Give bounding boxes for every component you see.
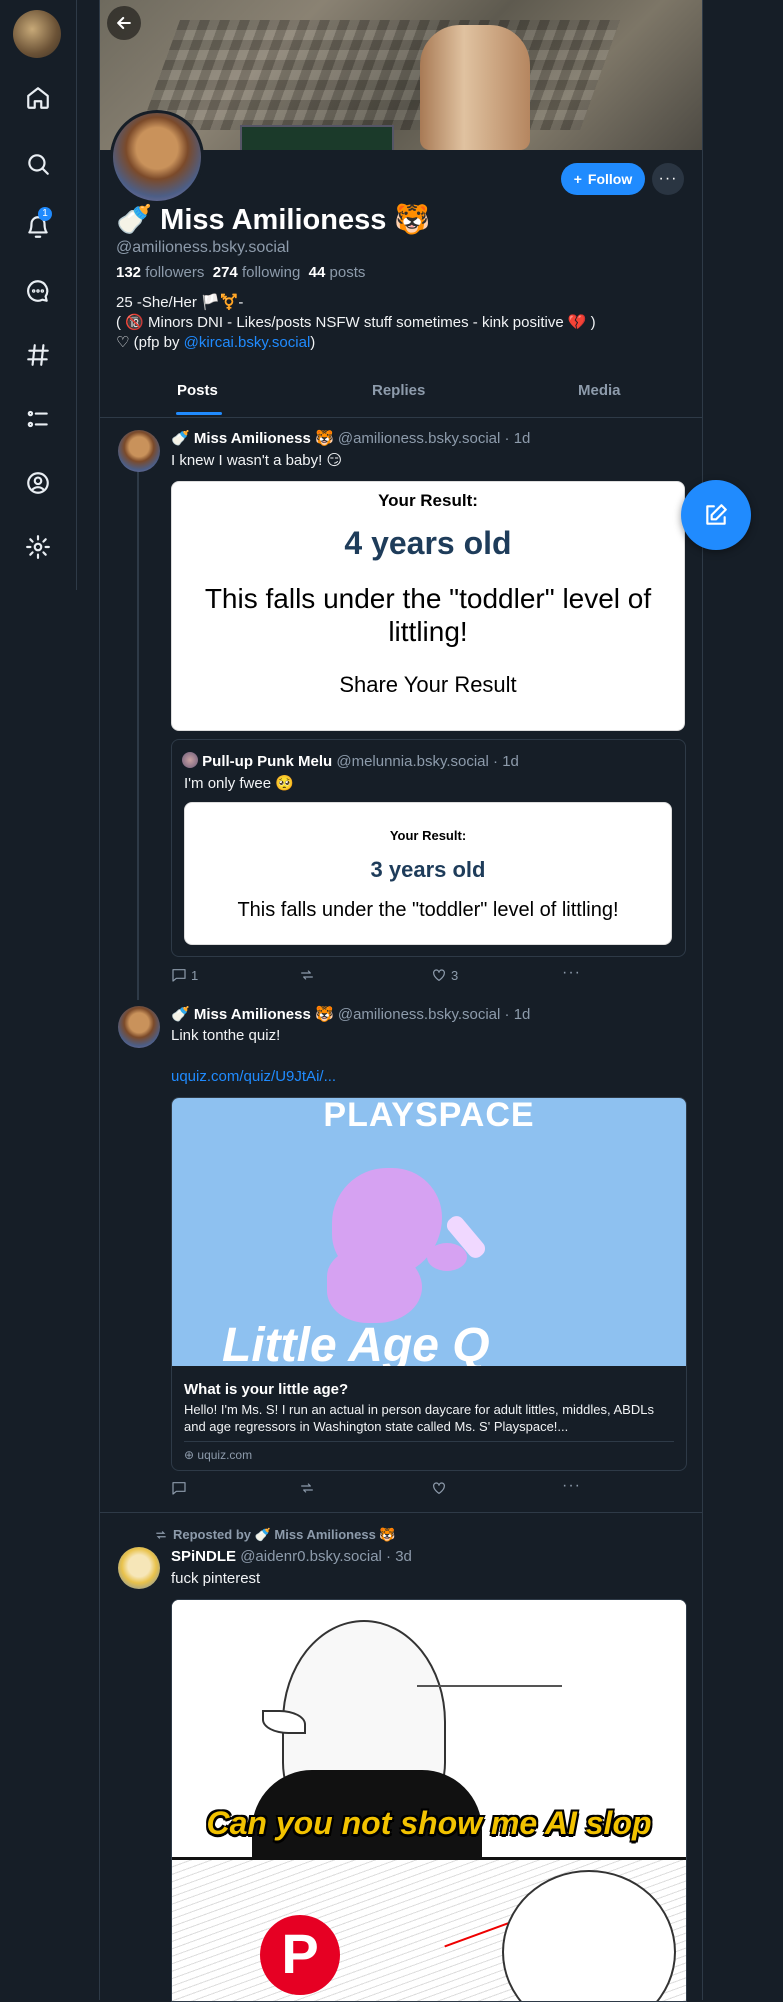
compose-icon <box>706 504 727 525</box>
quote-text: I'm only fwee 🥺 <box>184 775 294 792</box>
reply-icon <box>172 1482 186 1495</box>
follow-button[interactable]: + Follow <box>561 163 645 195</box>
bio-mention-link[interactable]: @kircai.bsky.social <box>184 334 311 351</box>
tab-media[interactable]: Media <box>578 382 621 399</box>
repost-icon <box>301 970 313 980</box>
search-icon[interactable] <box>22 148 54 180</box>
quote-time: · 1d <box>493 753 519 770</box>
post-more-icon[interactable]: ··· <box>562 964 581 982</box>
link-domain: uquiz.com <box>197 1448 253 1462</box>
heart-icon <box>433 969 445 981</box>
bell-icon[interactable]: 1 <box>22 207 54 243</box>
repost-indicator[interactable]: Reposted by 🍼 Miss Amilioness 🐯 <box>154 1527 396 1543</box>
like-button[interactable] <box>431 1480 451 1496</box>
post-avatar[interactable] <box>118 1547 160 1589</box>
quote-handle: @melunnia.bsky.social <box>336 753 489 770</box>
repost-button[interactable] <box>299 967 319 983</box>
post-handle[interactable]: @amilioness.bsky.social <box>338 1006 501 1023</box>
post-more-icon[interactable]: ··· <box>562 1477 581 1495</box>
profile-tabs: Posts Replies Media <box>100 370 702 418</box>
list-icon[interactable] <box>22 403 54 435</box>
heart-icon <box>433 1482 445 1494</box>
post-time[interactable]: · 1d <box>505 430 531 447</box>
post-header: 🍼 Miss Amilioness 🐯 @amilioness.bsky.soc… <box>171 1005 530 1023</box>
posts-count: 44 posts <box>308 264 366 281</box>
post-avatar[interactable] <box>118 1006 160 1048</box>
chat-icon[interactable] <box>22 275 54 307</box>
post-author[interactable]: SPiNDLE <box>171 1548 236 1565</box>
link-title: What is your little age? <box>184 1381 349 1398</box>
profile-display-name: 🍼 Miss Amilioness 🐯 <box>116 204 431 236</box>
post-avatar[interactable] <box>118 430 160 472</box>
post-actions: ··· <box>171 1477 685 1500</box>
profile-stats: 132 followers 274 following 44 posts <box>116 264 365 281</box>
link-description: Hello! I'm Ms. S! I run an actual in per… <box>184 1402 654 1434</box>
quoted-post[interactable]: Pull-up Punk Melu @melunnia.bsky.social … <box>171 739 686 957</box>
profile-main-column: + Follow ··· 🍼 Miss Amilioness 🐯 @amilio… <box>99 0 703 2002</box>
post-image-comic[interactable]: Can you not show me AI slop P <box>171 1599 687 2002</box>
followers-link[interactable]: 132 followers <box>116 264 204 281</box>
profile-more-button[interactable]: ··· <box>652 163 684 195</box>
following-link[interactable]: 274 following <box>213 264 301 281</box>
arrow-left-icon <box>117 16 131 30</box>
back-button[interactable] <box>107 6 141 40</box>
like-button[interactable]: 3 <box>431 967 458 983</box>
quiz-result-image[interactable]: Your Result: 4 years old This falls unde… <box>171 481 685 731</box>
post-author[interactable]: 🍼 Miss Amilioness 🐯 <box>171 1006 334 1023</box>
profile-icon[interactable] <box>22 467 54 499</box>
post-header: 🍼 Miss Amilioness 🐯 @amilioness.bsky.soc… <box>171 429 530 447</box>
tab-posts[interactable]: Posts <box>177 382 218 399</box>
quiz-link[interactable]: uquiz.com/quiz/U9JtAi/... <box>171 1068 336 1085</box>
post-text: Link tonthe quiz! <box>171 1027 281 1044</box>
post-time[interactable]: · 1d <box>505 1006 531 1023</box>
post-header: SPiNDLE @aidenr0.bsky.social · 3d <box>171 1548 412 1565</box>
post-text: fuck pinterest <box>171 1570 261 1587</box>
tab-replies[interactable]: Replies <box>372 382 425 399</box>
quote-avatar <box>182 752 198 768</box>
post-handle[interactable]: @aidenr0.bsky.social <box>240 1548 382 1565</box>
reply-button[interactable] <box>171 1480 191 1496</box>
profile-handle: @amilioness.bsky.social <box>116 239 290 256</box>
divider <box>100 1512 702 1513</box>
plus-icon: + <box>573 171 582 187</box>
link-preview-card[interactable]: PLAYSPACE Little Age Q What is your litt… <box>171 1097 687 1471</box>
pinterest-logo-icon: P <box>260 1915 340 1995</box>
repost-button[interactable] <box>299 1480 319 1496</box>
post-author[interactable]: 🍼 Miss Amilioness 🐯 <box>171 430 334 447</box>
compose-button[interactable] <box>681 480 751 550</box>
notification-badge: 1 <box>38 207 52 221</box>
repost-icon <box>301 1483 313 1493</box>
left-nav-rail: 1 <box>0 0 77 590</box>
post-actions: 1 3 ··· <box>171 964 685 987</box>
reply-button[interactable]: 1 <box>171 967 198 983</box>
home-icon[interactable] <box>22 82 54 114</box>
profile-bio: 25 -She/Her 🏳️⚧️- ( 🔞 Minors DNI - Likes… <box>116 294 596 351</box>
active-tab-indicator <box>176 412 222 415</box>
repost-icon <box>156 1531 166 1539</box>
post-time[interactable]: · 3d <box>386 1548 412 1565</box>
profile-avatar[interactable] <box>110 110 204 204</box>
link-preview-image: PLAYSPACE Little Age Q <box>172 1098 686 1366</box>
gear-icon[interactable] <box>22 531 54 563</box>
quote-quiz-image: Your Result: 3 years old This falls unde… <box>184 802 672 945</box>
post-text: I knew I wasn't a baby! 😏 <box>171 452 343 469</box>
quote-author: Pull-up Punk Melu <box>202 753 333 770</box>
post-handle[interactable]: @amilioness.bsky.social <box>338 430 501 447</box>
reply-icon <box>172 969 186 982</box>
globe-icon: ⊕ <box>184 1448 195 1462</box>
hashtag-icon[interactable] <box>22 339 54 371</box>
my-avatar[interactable] <box>13 10 61 58</box>
comic-caption: Can you not show me AI slop <box>206 1805 652 1841</box>
thread-line <box>137 470 139 1000</box>
more-icon: ··· <box>658 170 678 187</box>
